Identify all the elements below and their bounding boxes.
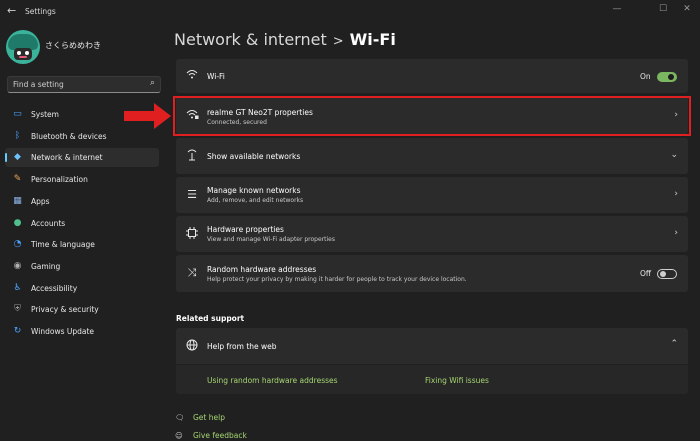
sidebar-item-privacy-security[interactable]: ⛨ Privacy & security: [5, 300, 159, 319]
sidebar-item-time-language[interactable]: ◔ Time & language: [5, 235, 159, 254]
get-help-label: Get help: [193, 413, 225, 422]
show-networks-card[interactable]: Show available networks ⌄: [176, 138, 688, 174]
sidebar-item-label: Privacy & security: [31, 305, 99, 314]
page-title: Wi-Fi: [349, 30, 396, 49]
random-hw-card: ⤨ Random hardware addresses Help protect…: [176, 255, 688, 292]
sidebar-item-label: Apps: [31, 197, 50, 206]
get-help-link[interactable]: 🗨 Get help: [175, 413, 225, 422]
breadcrumb-separator: >: [332, 34, 344, 49]
hardware-properties-card[interactable]: Hardware properties View and manage Wi-F…: [176, 216, 688, 252]
wifi-toggle-card: Wi-Fi On: [176, 59, 688, 93]
apps-grid-icon: ▦: [13, 196, 22, 206]
paintbrush-icon: ✎: [13, 174, 22, 184]
chip-icon: [185, 227, 199, 242]
help-links-panel: Using random hardware addresses Fixing W…: [176, 365, 688, 394]
sidebar-item-apps[interactable]: ▦ Apps: [5, 192, 159, 211]
search-placeholder: Find a setting: [13, 80, 64, 89]
random-hw-subtitle: Help protect your privacy by making it h…: [207, 276, 467, 283]
globe-clock-icon: ◔: [13, 239, 22, 249]
sidebar-item-label: Accounts: [31, 219, 66, 228]
known-networks-subtitle: Add, remove, and edit networks: [207, 197, 304, 204]
bluetooth-icon: ᛒ: [14, 131, 21, 141]
known-networks-card[interactable]: ☰ Manage known networks Add, remove, and…: [176, 177, 688, 213]
sidebar-item-label: Personalization: [31, 175, 88, 184]
sidebar-item-label: System: [31, 110, 59, 119]
monitor-icon: ▭: [13, 109, 22, 119]
sidebar-item-label: Network & internet: [31, 153, 103, 162]
give-feedback-label: Give feedback: [193, 431, 247, 440]
search-icon: ⌕: [149, 78, 155, 88]
wifi-icon: [185, 69, 199, 83]
link-random-hw[interactable]: Using random hardware addresses: [207, 376, 338, 385]
sidebar-item-gaming[interactable]: ◉ Gaming: [5, 257, 159, 276]
maximize-icon[interactable]: ☐: [652, 1, 674, 17]
update-sync-icon: ↻: [13, 326, 22, 336]
known-networks-title: Manage known networks: [207, 186, 301, 195]
title-bar: ← Settings — ☐ ✕: [0, 0, 700, 24]
feedback-person-icon: ☺: [175, 431, 183, 440]
link-fixing-wifi[interactable]: Fixing Wifi issues: [425, 376, 489, 385]
shuffle-icon: ⤨: [187, 266, 197, 279]
help-chat-icon: 🗨: [175, 413, 185, 422]
user-name: さくらめめわき: [45, 41, 101, 50]
sidebar-item-accessibility[interactable]: ♿ Accessibility: [5, 279, 159, 298]
random-hw-title: Random hardware addresses: [207, 265, 317, 274]
sidebar-item-label: Bluetooth & devices: [31, 132, 107, 141]
sidebar-item-label: Time & language: [31, 240, 95, 249]
sidebar-item-label: Windows Update: [31, 327, 95, 336]
give-feedback-link[interactable]: ☺ Give feedback: [175, 431, 247, 440]
globe-icon: [185, 339, 199, 354]
random-hw-state-label: Off: [640, 269, 652, 278]
antenna-icon: [185, 149, 199, 164]
random-hw-toggle-switch[interactable]: [657, 269, 677, 279]
breadcrumb-parent[interactable]: Network & internet: [174, 30, 327, 49]
wifi-toggle-switch[interactable]: [657, 72, 677, 82]
gamepad-icon: ◉: [13, 261, 22, 271]
close-icon[interactable]: ✕: [676, 1, 698, 17]
avatar[interactable]: [6, 30, 40, 64]
sidebar-item-personalization[interactable]: ✎ Personalization: [5, 170, 159, 189]
breadcrumb: Network & internet > Wi-Fi: [174, 30, 396, 49]
chevron-right-icon: ›: [674, 189, 678, 199]
help-from-web-label: Help from the web: [207, 342, 277, 351]
wifi-network-icon: ◆: [14, 152, 21, 162]
wifi-state-label: On: [640, 72, 651, 81]
red-arrow-annotation: [124, 103, 171, 129]
chevron-down-icon: ⌄: [670, 150, 678, 160]
show-networks-label: Show available networks: [207, 152, 301, 161]
chevron-right-icon: ›: [674, 228, 678, 238]
highlight-box: [173, 96, 691, 136]
related-support-heading: Related support: [176, 314, 245, 323]
sidebar-item-network-internet[interactable]: ◆ Network & internet: [5, 148, 159, 167]
accessibility-person-icon: ♿: [13, 283, 22, 293]
list-icon: ☰: [187, 188, 197, 201]
sidebar-item-windows-update[interactable]: ↻ Windows Update: [5, 322, 159, 341]
sidebar-item-label: Gaming: [31, 262, 61, 271]
sidebar-item-label: Accessibility: [31, 284, 78, 293]
wifi-label: Wi-Fi: [207, 72, 225, 81]
app-title: Settings: [25, 7, 56, 16]
sidebar-item-accounts[interactable]: ● Accounts: [5, 214, 159, 233]
sidebar-item-bluetooth-devices[interactable]: ᛒ Bluetooth & devices: [5, 127, 159, 146]
minimize-icon[interactable]: —: [606, 1, 628, 17]
person-icon: ●: [13, 218, 22, 228]
hardware-subtitle: View and manage Wi-Fi adapter properties: [207, 236, 335, 243]
chevron-up-icon: ⌃: [670, 339, 678, 349]
hardware-title: Hardware properties: [207, 225, 284, 234]
shield-icon: ⛨: [14, 304, 21, 314]
help-from-web-header[interactable]: Help from the web ⌃: [176, 328, 688, 364]
active-indicator: [5, 153, 7, 162]
search-input[interactable]: Find a setting ⌕: [7, 76, 161, 93]
back-arrow-icon[interactable]: ←: [7, 4, 16, 17]
